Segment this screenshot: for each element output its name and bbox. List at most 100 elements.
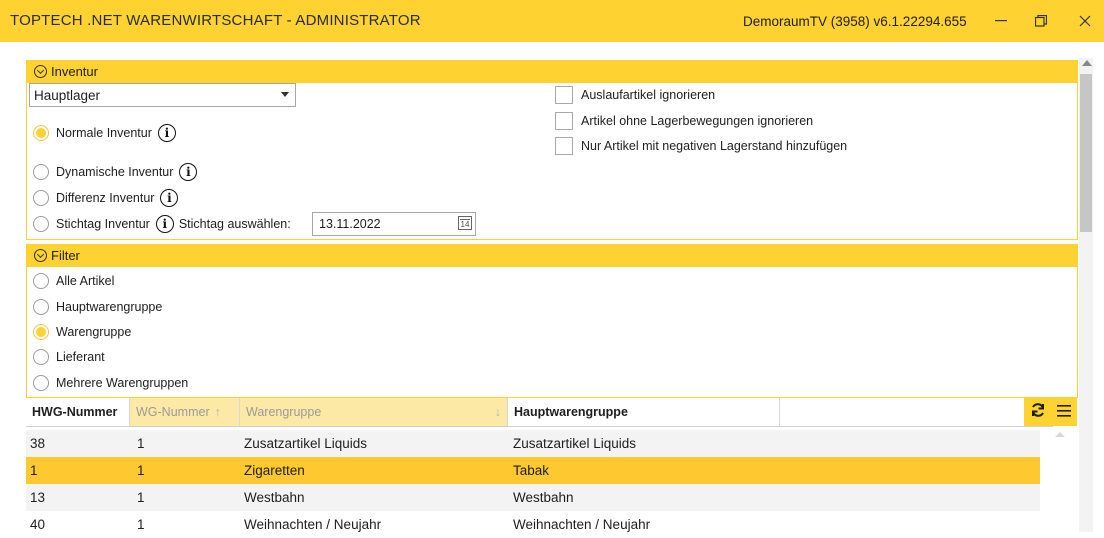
close-icon[interactable] xyxy=(1068,8,1102,34)
cell-hauptwarengruppe: Westbahn xyxy=(513,490,574,505)
column-header-warengruppe[interactable]: Warengruppe ↓ xyxy=(240,398,508,426)
column-header-label: WG-Nummer xyxy=(136,405,210,419)
stichtag-label: Stichtag auswählen: xyxy=(178,217,291,231)
cell-warengruppe: Weihnachten / Neujahr xyxy=(244,517,382,532)
column-header-label: HWG-Nummer xyxy=(32,405,118,419)
cell-hwg: 1 xyxy=(30,463,38,478)
menu-icon[interactable] xyxy=(1057,402,1072,422)
checkbox-box[interactable] xyxy=(555,86,573,104)
radio-hauptwarengruppe[interactable]: Hauptwarengruppe xyxy=(33,299,162,315)
radio-icon[interactable] xyxy=(33,299,49,315)
cell-hwg: 40 xyxy=(30,517,46,532)
minimize-icon[interactable] xyxy=(984,8,1018,34)
chevron-down-icon xyxy=(281,92,289,97)
radio-label: Dynamische Inventur xyxy=(56,165,174,179)
radio-label: Mehrere Warengruppen xyxy=(56,376,189,390)
table-row[interactable]: 40 1 Weihnachten / Neujahr Weihnachten /… xyxy=(26,511,1040,538)
checkbox-label: Nur Artikel mit negativen Lagerstand hin… xyxy=(581,139,848,153)
checkbox-ohne-lagerbewegungen[interactable]: Artikel ohne Lagerbewegungen ignorieren xyxy=(555,112,813,130)
radio-icon[interactable] xyxy=(33,125,49,141)
radio-label: Lieferant xyxy=(56,350,105,364)
collapse-icon xyxy=(34,65,47,78)
radio-normale-inventur[interactable]: Normale Inventur i xyxy=(33,124,176,142)
filter-panel: Alle Artikel Hauptwarengruppe Warengrupp… xyxy=(26,267,1078,398)
radio-alle-artikel[interactable]: Alle Artikel xyxy=(33,273,114,289)
radio-icon[interactable] xyxy=(33,349,49,365)
column-header-hauptwarengruppe[interactable]: Hauptwarengruppe xyxy=(508,398,780,426)
grid-toolbar xyxy=(1024,398,1077,426)
radio-icon[interactable] xyxy=(33,190,49,206)
collapse-icon xyxy=(34,249,47,262)
cell-warengruppe: Westbahn xyxy=(244,490,305,505)
calendar-icon[interactable]: 14 xyxy=(458,216,472,230)
title-bar: TOPTECH .NET WARENWIRTSCHAFT - ADMINISTR… xyxy=(0,0,1104,42)
sort-down-icon: ↓ xyxy=(494,405,501,419)
location-select[interactable]: Hauptlager xyxy=(29,83,296,107)
checkbox-auslaufartikel[interactable]: Auslaufartikel ignorieren xyxy=(555,86,715,104)
cell-wg: 1 xyxy=(137,436,145,451)
filter-header[interactable]: Filter xyxy=(26,244,1078,267)
checkbox-label: Artikel ohne Lagerbewegungen ignorieren xyxy=(581,114,814,128)
column-header-label: Warengruppe xyxy=(246,405,322,419)
inventur-panel: Hauptlager Normale Inventur i Dynamische… xyxy=(26,83,1078,240)
cell-hauptwarengruppe: Zusatzartikel Liquids xyxy=(513,436,637,451)
cell-wg: 1 xyxy=(137,490,145,505)
radio-warengruppe[interactable]: Warengruppe xyxy=(33,324,131,340)
radio-mehrere-warengruppen[interactable]: Mehrere Warengruppen xyxy=(33,375,188,391)
window-title: TOPTECH .NET WARENWIRTSCHAFT - ADMINISTR… xyxy=(10,12,421,29)
radio-label: Warengruppe xyxy=(56,325,132,339)
sort-up-icon: ↑ xyxy=(214,405,221,419)
restore-icon[interactable] xyxy=(1024,8,1058,34)
stichtag-date-input[interactable]: 13.11.2022 14 xyxy=(312,212,476,236)
refresh-icon[interactable] xyxy=(1030,402,1046,423)
location-select-value: Hauptlager xyxy=(34,87,101,103)
cell-hauptwarengruppe: Tabak xyxy=(513,463,550,478)
calendar-day: 14 xyxy=(460,220,470,229)
info-icon[interactable]: i xyxy=(160,189,179,207)
radio-icon[interactable] xyxy=(33,324,49,340)
inventur-header[interactable]: Inventur xyxy=(26,60,1078,83)
scroll-up-icon[interactable] xyxy=(1082,60,1092,66)
cell-wg: 1 xyxy=(137,517,145,532)
grid-scroll-up-icon[interactable] xyxy=(1055,432,1065,437)
radio-differenz-inventur[interactable]: Differenz Inventur i xyxy=(33,189,179,207)
table-row[interactable]: 13 1 Westbahn Westbahn xyxy=(26,484,1040,511)
column-header-wg-nummer[interactable]: WG-Nummer ↑ xyxy=(130,398,240,426)
cell-warengruppe: Zigaretten xyxy=(244,463,305,478)
info-icon[interactable]: i xyxy=(157,124,176,142)
version-info: DemoraumTV (3958) v6.1.22294.655 xyxy=(743,14,967,29)
cell-warengruppe: Zusatzartikel Liquids xyxy=(244,436,368,451)
radio-icon[interactable] xyxy=(33,273,49,289)
cell-hwg: 38 xyxy=(30,436,46,451)
cell-hwg: 13 xyxy=(30,490,46,505)
radio-label: Normale Inventur xyxy=(56,126,152,140)
radio-dynamische-inventur[interactable]: Dynamische Inventur i xyxy=(33,163,198,181)
filter-header-label: Filter xyxy=(51,248,80,263)
radio-label: Alle Artikel xyxy=(56,274,115,288)
scrollbar-thumb[interactable] xyxy=(1080,74,1092,232)
radio-label: Stichtag Inventur xyxy=(56,217,150,231)
column-header-hwg-nummer[interactable]: HWG-Nummer xyxy=(26,398,130,426)
radio-stichtag-inventur[interactable]: Stichtag Inventur i Stichtag auswählen: xyxy=(33,215,291,233)
cell-wg: 1 xyxy=(137,463,145,478)
grid-header: HWG-Nummer WG-Nummer ↑ Warengruppe ↓ Hau… xyxy=(26,398,1053,427)
column-header-label: Hauptwarengruppe xyxy=(514,405,628,419)
radio-lieferant[interactable]: Lieferant xyxy=(33,349,105,365)
checkbox-label: Auslaufartikel ignorieren xyxy=(581,88,716,102)
inventur-header-label: Inventur xyxy=(51,64,98,79)
radio-icon[interactable] xyxy=(33,216,49,232)
radio-icon[interactable] xyxy=(33,375,49,391)
content-area: Inventur Hauptlager Normale Inventur i D… xyxy=(26,58,1078,398)
info-icon[interactable]: i xyxy=(155,215,174,233)
checkbox-box[interactable] xyxy=(555,137,573,155)
radio-label: Hauptwarengruppe xyxy=(56,300,163,314)
info-icon[interactable]: i xyxy=(179,163,198,181)
radio-label: Differenz Inventur xyxy=(56,191,155,205)
table-row[interactable]: 38 1 Zusatzartikel Liquids Zusatzartikel… xyxy=(26,430,1040,457)
radio-icon[interactable] xyxy=(33,164,49,180)
checkbox-negativer-lagerstand[interactable]: Nur Artikel mit negativen Lagerstand hin… xyxy=(555,137,847,155)
cell-hauptwarengruppe: Weihnachten / Neujahr xyxy=(513,517,651,532)
stichtag-date-value: 13.11.2022 xyxy=(319,217,381,231)
checkbox-box[interactable] xyxy=(555,112,573,130)
table-row-selected[interactable]: 1 1 Zigaretten Tabak xyxy=(26,457,1040,484)
